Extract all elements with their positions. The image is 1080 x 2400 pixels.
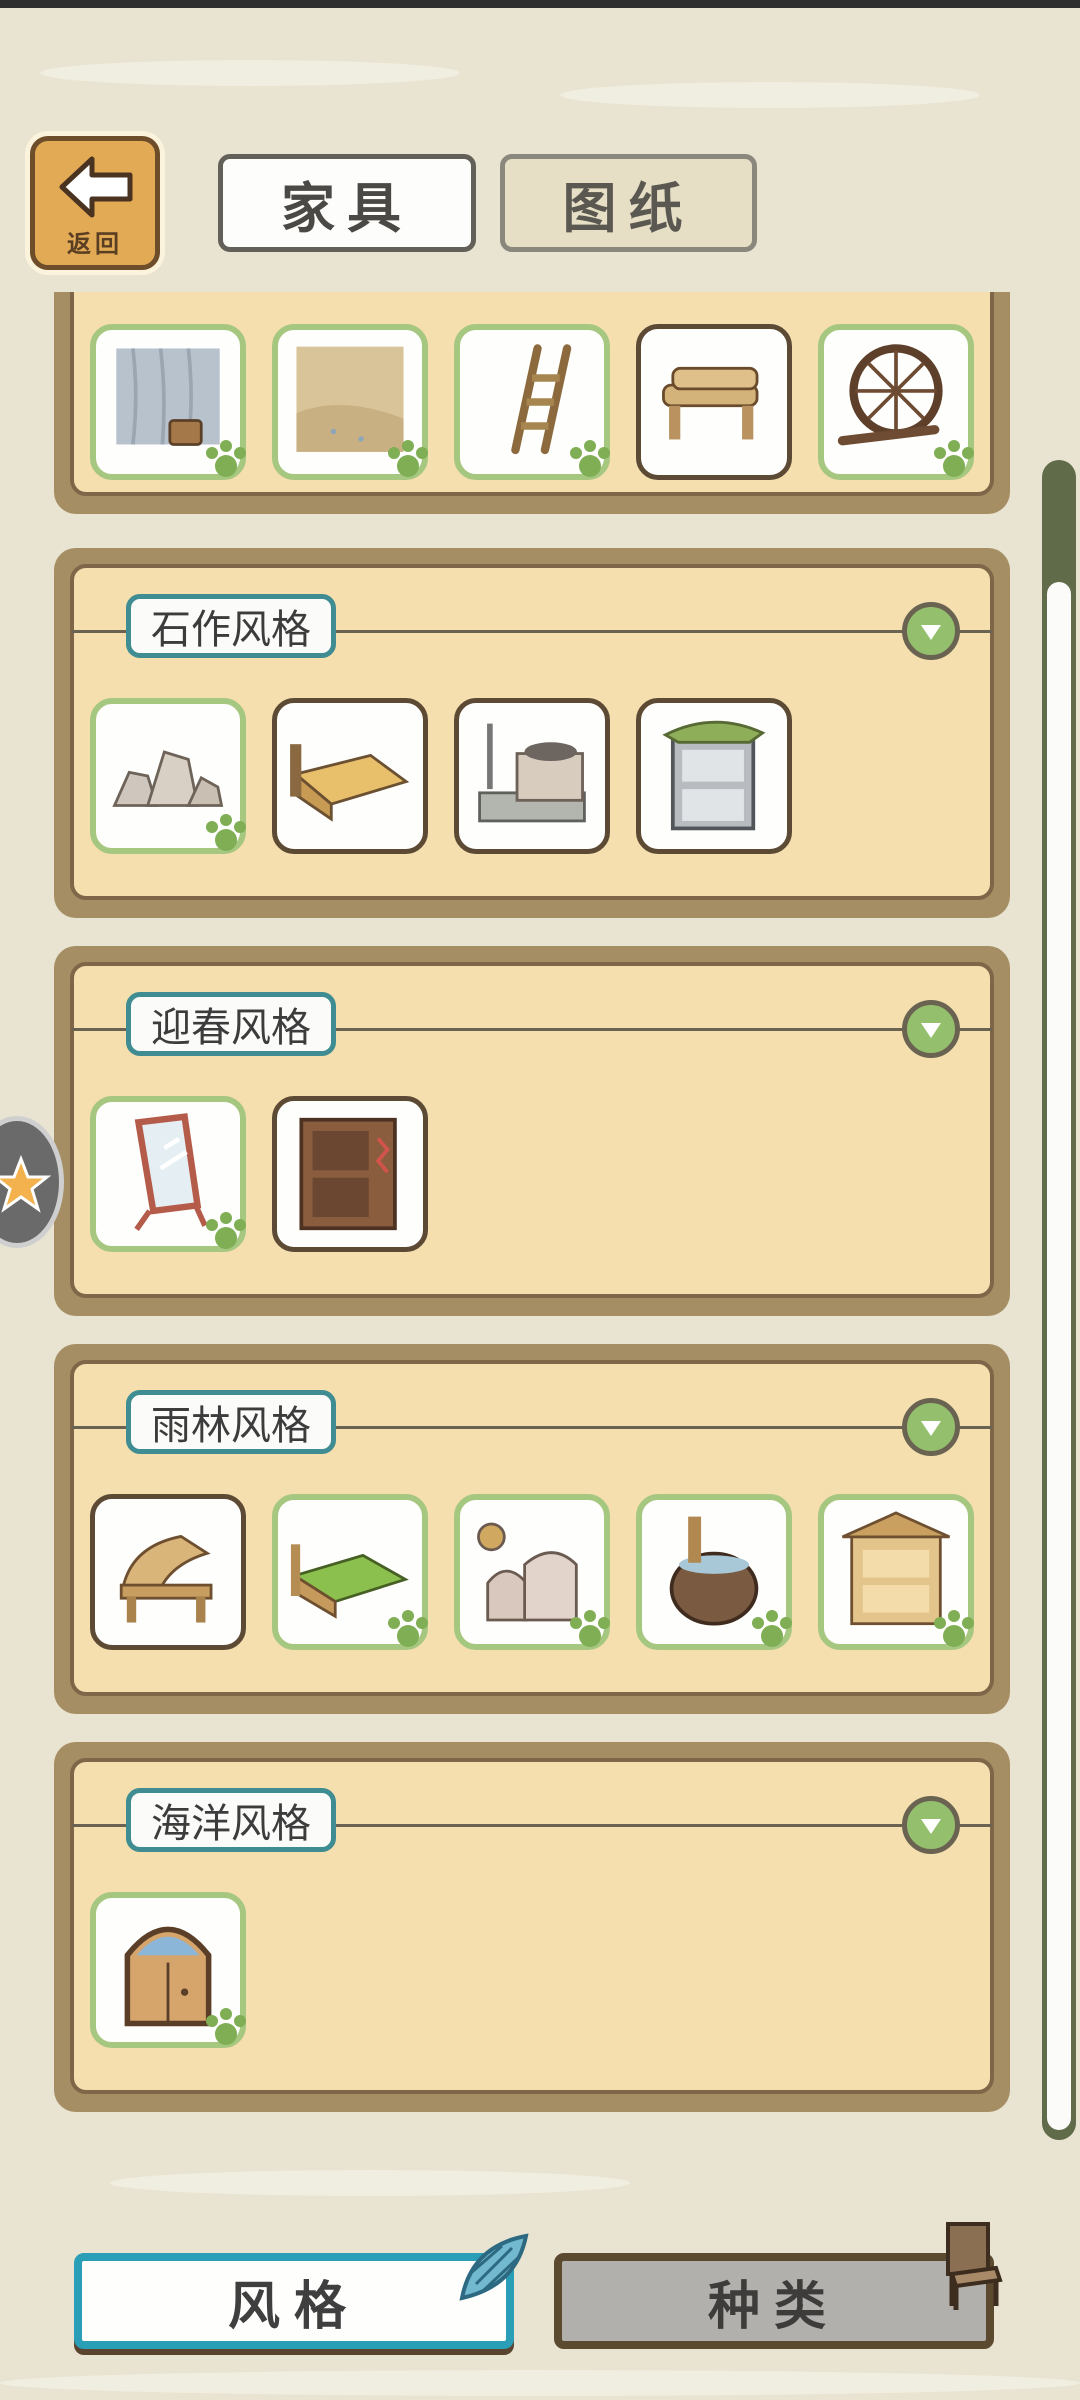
item-bamboo-bed[interactable] [272,1494,428,1650]
item-bamboo-house-shelf[interactable] [818,1494,974,1650]
section-panel: 海洋风格 [54,1742,1010,2112]
paw-icon [752,1610,792,1647]
collapse-toggle-icon[interactable] [902,1398,960,1456]
back-arrow-icon [59,156,133,218]
chair-icon [946,2222,1003,2310]
tab-blueprint[interactable]: 图纸 [500,154,757,252]
type-button[interactable]: 种类 [554,2253,994,2349]
paw-icon [206,814,246,851]
section-panel [54,292,1010,514]
paw-icon [206,440,246,477]
item-stone-rocks[interactable] [90,698,246,854]
scrollbar[interactable] [1042,460,1076,2140]
section-panel: 迎春风格 [54,946,1010,1316]
item-arched-door[interactable] [90,1892,246,2048]
item-wooden-ladder[interactable] [454,324,610,480]
item-wooden-cabinet[interactable] [272,1096,428,1252]
paw-icon [206,1212,246,1249]
section-title: 石作风格 [126,594,336,658]
item-leaf-shelf[interactable] [636,698,792,854]
paw-icon [934,1610,974,1647]
section-panel: 石作风格 [54,548,1010,918]
item-waterfall-bucket[interactable] [90,324,246,480]
section-title: 雨林风格 [126,1390,336,1454]
item-standing-mirror[interactable] [90,1096,246,1252]
paw-icon [934,440,974,477]
collapse-toggle-icon[interactable] [902,1796,960,1854]
status-bar [0,0,1080,8]
scrollbar-thumb[interactable] [1047,582,1071,2130]
collapse-toggle-icon[interactable] [902,602,960,660]
tab-furniture[interactable]: 家具 [218,154,476,252]
paw-icon [570,1610,610,1647]
back-label: 返回 [67,230,123,258]
section-panel: 雨林风格 [54,1344,1010,1714]
item-sand-ground[interactable] [272,324,428,480]
item-bamboo-chair[interactable] [90,1494,246,1650]
collapse-toggle-icon[interactable] [902,1000,960,1058]
item-stone-bed[interactable] [272,698,428,854]
item-stone-stove[interactable] [454,698,610,854]
paw-icon [388,1610,428,1647]
back-button[interactable]: 返回 [30,136,160,270]
shell-icon [459,2233,529,2301]
item-log-bench[interactable] [636,324,792,480]
paw-icon [388,440,428,477]
item-water-jar[interactable] [636,1494,792,1650]
paw-icon [206,2008,246,2045]
paw-icon [570,440,610,477]
style-button[interactable]: 风格 [74,2253,514,2349]
section-title: 迎春风格 [126,992,336,1056]
section-title: 海洋风格 [126,1788,336,1852]
item-round-window[interactable] [818,324,974,480]
style-list[interactable]: 石作风格 迎春风格 雨林风格 海洋风格 [0,292,1040,2127]
item-clay-oven[interactable] [454,1494,610,1650]
